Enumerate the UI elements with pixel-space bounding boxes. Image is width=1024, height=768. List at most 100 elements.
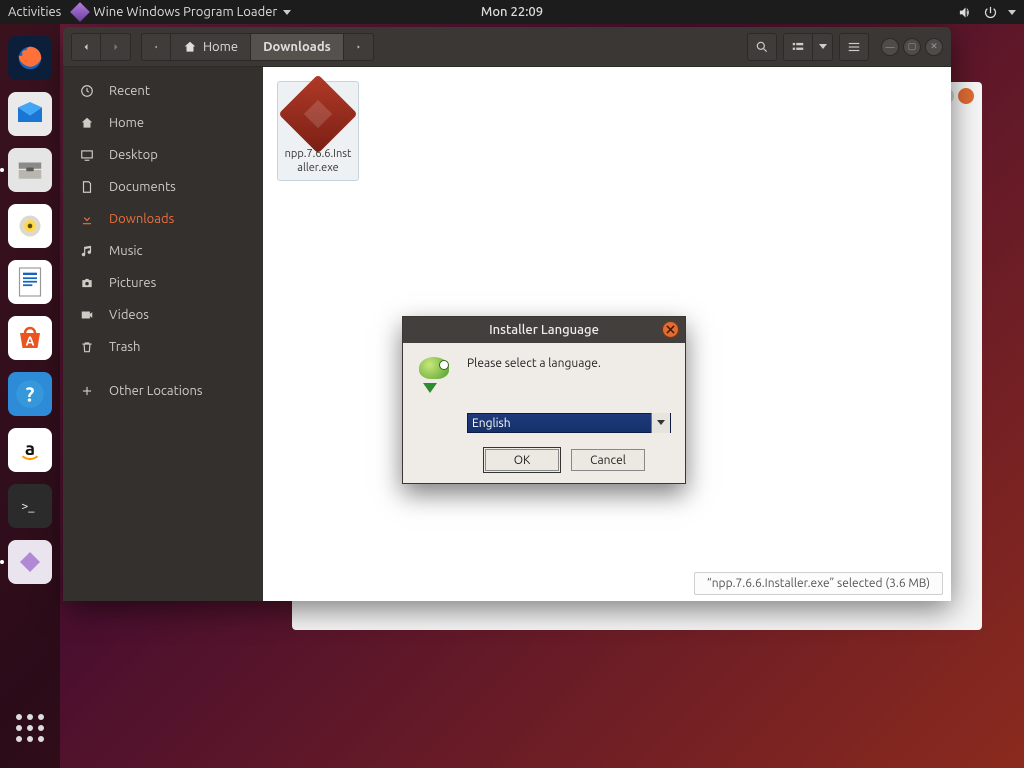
dialog-titlebar[interactable]: Installer Language	[403, 317, 685, 343]
hamburger-menu-button[interactable]	[839, 33, 869, 61]
gnome-top-panel: Activities Wine Windows Program Loader M…	[0, 0, 1024, 24]
app-menu[interactable]: Wine Windows Program Loader	[73, 5, 291, 19]
volume-icon	[958, 5, 973, 20]
power-icon	[983, 5, 998, 20]
dialog-title-label: Installer Language	[489, 323, 599, 337]
path-parent-button[interactable]	[141, 33, 171, 61]
triangle-right-icon	[356, 42, 361, 52]
dock-files[interactable]	[8, 148, 52, 192]
files-sidebar: Recent Home Desktop Documents Downloads …	[63, 67, 263, 601]
app-menu-label: Wine Windows Program Loader	[93, 5, 277, 19]
chevron-down-icon	[819, 44, 827, 49]
file-item[interactable]: npp.7.6.6.Installer.exe	[277, 81, 359, 181]
installer-icon	[419, 357, 453, 391]
trash-icon	[79, 340, 95, 354]
files-window: Home Downloads — ▢ ✕	[63, 27, 951, 601]
installer-language-dialog: Installer Language Please select a langu…	[402, 316, 686, 484]
svg-text:a: a	[25, 438, 35, 459]
sidebar-item-label: Trash	[109, 340, 140, 354]
dock-help[interactable]: ?	[8, 372, 52, 416]
nav-back-button[interactable]	[71, 33, 101, 61]
path-child-button[interactable]	[344, 33, 374, 61]
sidebar-item-label: Recent	[109, 84, 150, 98]
search-button[interactable]	[747, 33, 777, 61]
sidebar-item-label: Documents	[109, 180, 176, 194]
sidebar-item-label: Home	[109, 116, 144, 130]
view-dropdown-button[interactable]	[813, 33, 833, 61]
language-select-value: English	[472, 417, 511, 430]
chevron-down-icon	[283, 10, 291, 15]
sidebar-item-desktop[interactable]: Desktop	[63, 139, 263, 171]
sidebar-item-label: Pictures	[109, 276, 156, 290]
activities-button[interactable]: Activities	[8, 5, 61, 19]
ok-button[interactable]: OK	[485, 449, 559, 471]
sidebar-item-label: Other Locations	[109, 384, 203, 398]
window-controls: — ▢ ✕	[881, 38, 943, 56]
ubuntu-dock: A ? a >_	[0, 24, 60, 768]
file-thumbnail-icon	[278, 74, 357, 153]
chevron-down-icon	[1008, 10, 1016, 15]
view-list-button[interactable]	[783, 33, 813, 61]
sidebar-item-pictures[interactable]: Pictures	[63, 267, 263, 299]
hamburger-icon	[847, 40, 861, 54]
dock-wine-loader[interactable]	[8, 540, 52, 584]
sidebar-item-label: Downloads	[109, 212, 174, 226]
sidebar-item-home[interactable]: Home	[63, 107, 263, 139]
dock-thunderbird[interactable]	[8, 92, 52, 136]
sidebar-item-music[interactable]: Music	[63, 235, 263, 267]
video-icon	[79, 308, 95, 322]
dock-rhythmbox[interactable]	[8, 204, 52, 248]
language-select[interactable]: English	[467, 413, 671, 433]
selection-status: “npp.7.6.6.Installer.exe” selected (3.6 …	[694, 572, 943, 595]
sidebar-item-label: Music	[109, 244, 143, 258]
dock-amazon[interactable]: a	[8, 428, 52, 472]
search-icon	[755, 40, 769, 54]
dock-firefox[interactable]	[8, 36, 52, 80]
sidebar-item-trash[interactable]: Trash	[63, 331, 263, 363]
chevron-right-icon	[110, 41, 122, 53]
sidebar-item-downloads[interactable]: Downloads	[63, 203, 263, 235]
wine-icon	[70, 2, 90, 22]
svg-text:A: A	[26, 335, 35, 349]
clock[interactable]: Mon 22:09	[481, 5, 543, 19]
dialog-prompt: Please select a language.	[467, 357, 601, 370]
close-icon[interactable]	[958, 88, 974, 104]
document-icon	[79, 180, 95, 194]
list-icon	[791, 40, 805, 54]
sidebar-item-label: Desktop	[109, 148, 158, 162]
window-minimize-button[interactable]: —	[881, 38, 899, 56]
cancel-button[interactable]: Cancel	[571, 449, 645, 471]
chevron-left-icon	[80, 41, 92, 53]
system-status-area[interactable]	[958, 5, 1016, 20]
nav-forward-button[interactable]	[101, 33, 131, 61]
chevron-down-icon	[657, 420, 665, 425]
music-icon	[79, 244, 95, 258]
path-home[interactable]: Home	[171, 33, 251, 61]
path-bar: Home Downloads	[141, 33, 374, 61]
svg-text:?: ?	[26, 383, 35, 406]
sidebar-item-videos[interactable]: Videos	[63, 299, 263, 331]
window-close-button[interactable]: ✕	[925, 38, 943, 56]
path-current-label: Downloads	[263, 40, 331, 54]
show-applications-button[interactable]	[8, 706, 52, 750]
desktop-icon	[79, 148, 95, 162]
dock-libreoffice-writer[interactable]	[8, 260, 52, 304]
files-headerbar: Home Downloads — ▢ ✕	[63, 27, 951, 67]
clock-icon	[79, 84, 95, 98]
dock-ubuntu-software[interactable]: A	[8, 316, 52, 360]
nav-back-forward	[71, 33, 131, 61]
dialog-close-button[interactable]	[662, 321, 679, 338]
home-icon	[79, 116, 95, 130]
sidebar-item-label: Videos	[109, 308, 149, 322]
camera-icon	[79, 276, 95, 290]
path-current[interactable]: Downloads	[251, 33, 344, 61]
download-icon	[79, 212, 95, 226]
sidebar-item-documents[interactable]: Documents	[63, 171, 263, 203]
sidebar-item-recent[interactable]: Recent	[63, 75, 263, 107]
close-icon	[666, 325, 675, 334]
dock-terminal[interactable]: >_	[8, 484, 52, 528]
home-icon	[183, 40, 197, 54]
sidebar-item-other-locations[interactable]: Other Locations	[63, 375, 263, 407]
window-maximize-button[interactable]: ▢	[903, 38, 921, 56]
plus-icon	[79, 384, 95, 398]
